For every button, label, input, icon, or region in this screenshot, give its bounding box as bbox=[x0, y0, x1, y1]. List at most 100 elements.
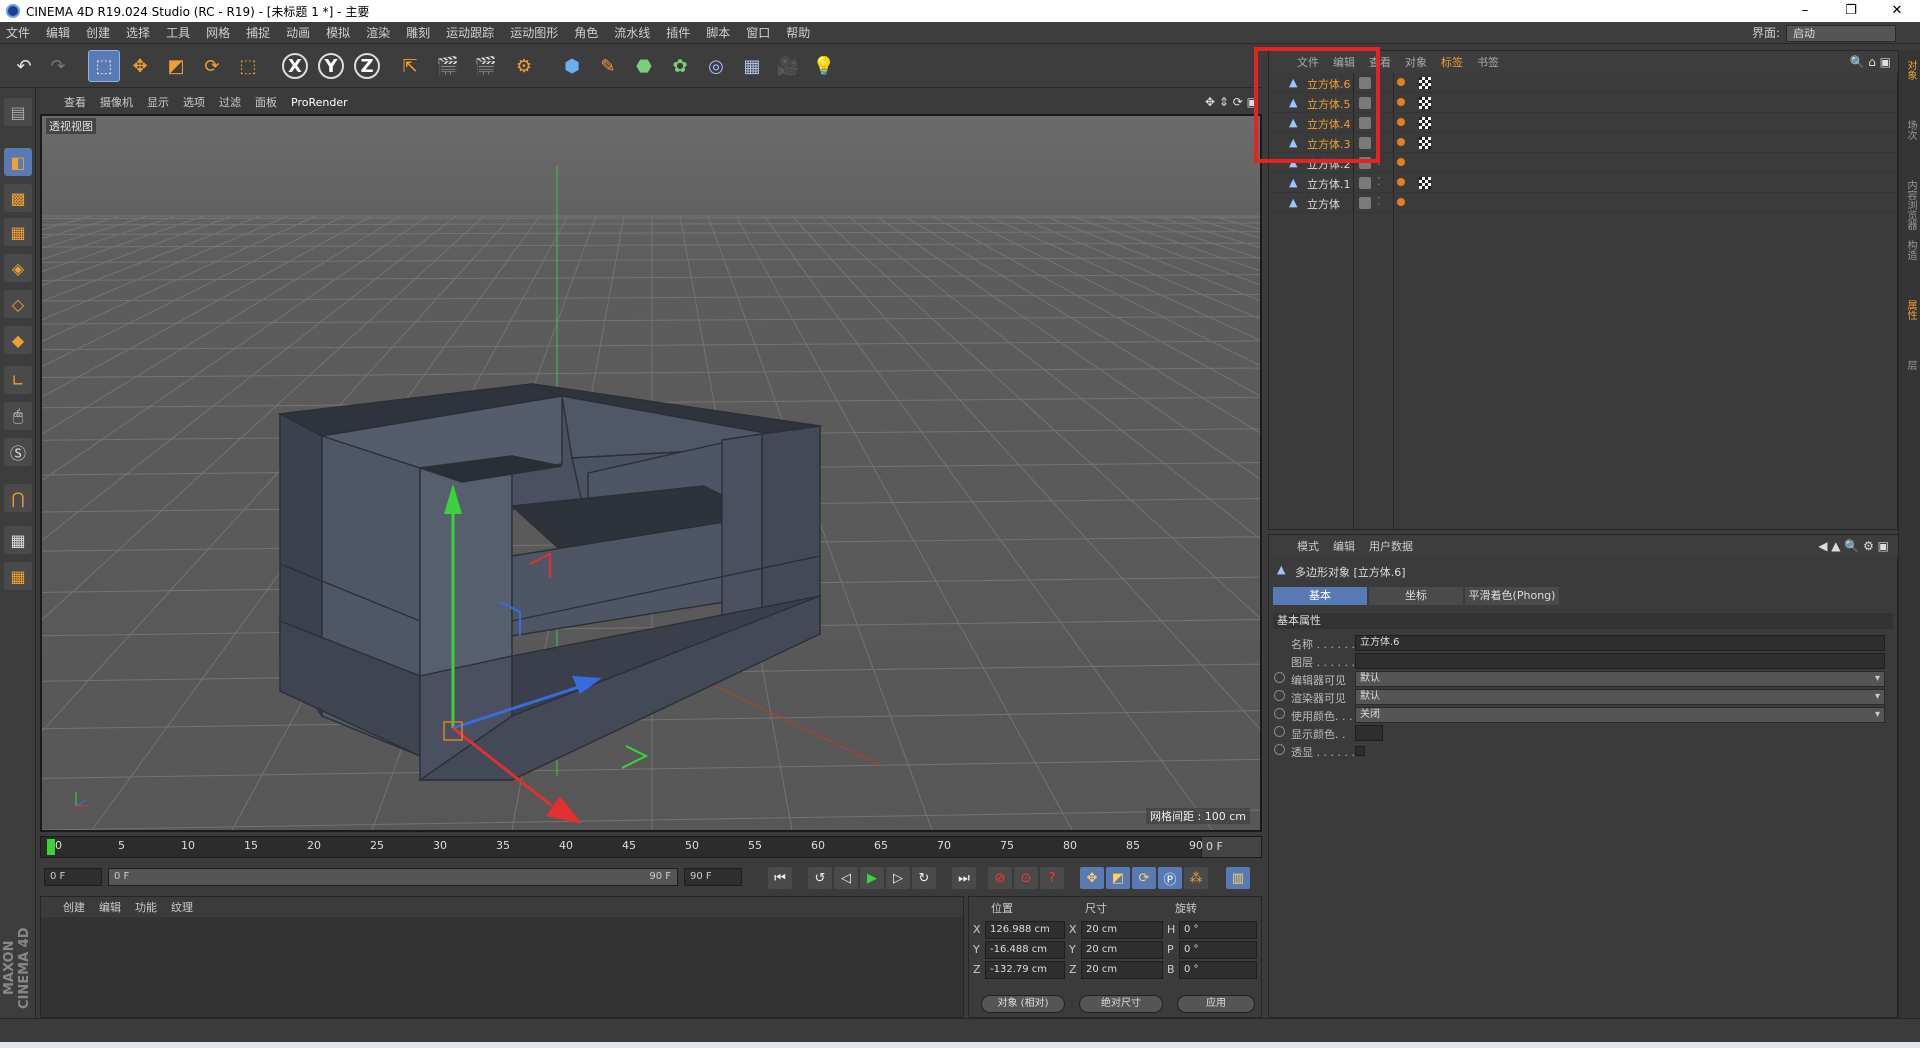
autokey-icon[interactable]: ⊙ bbox=[1014, 867, 1038, 889]
snap-icon[interactable]: Ⓢ bbox=[4, 438, 32, 466]
radio-dot[interactable] bbox=[1274, 690, 1285, 701]
size-mode-select[interactable]: 绝对尺寸 bbox=[1079, 995, 1163, 1013]
render-settings-icon[interactable]: ⚙ bbox=[508, 50, 540, 82]
viewport-nav-icons[interactable]: ✥ ⇕ ⟳ ▣ bbox=[1205, 95, 1258, 109]
layer-swatch[interactable] bbox=[1359, 177, 1371, 189]
play-icon[interactable]: ▶ bbox=[860, 867, 884, 889]
menu-item[interactable]: 窗口 bbox=[746, 24, 770, 41]
menu-item[interactable]: 创建 bbox=[86, 24, 110, 41]
render-picture-viewer-icon[interactable]: 🎬 bbox=[470, 50, 502, 82]
end-frame-field[interactable]: 90 F bbox=[684, 868, 742, 886]
object-manager-icons[interactable]: 🔍 ⌂ ▣ bbox=[1849, 55, 1891, 69]
size-field[interactable]: 20 cm bbox=[1081, 941, 1163, 959]
cube-icon[interactable]: ⬢ bbox=[556, 50, 588, 82]
size-field[interactable]: 20 cm bbox=[1081, 961, 1163, 979]
attribute-select[interactable]: 默认 bbox=[1355, 689, 1885, 705]
menu-item[interactable]: 模拟 bbox=[326, 24, 350, 41]
gizmo-xz-plane[interactable] bbox=[621, 745, 649, 769]
material-menu-item[interactable]: 编辑 bbox=[99, 899, 121, 915]
gizmo-x-arrow[interactable] bbox=[546, 796, 582, 824]
object-row[interactable]: ▲ 立方体.1 ⁚ bbox=[1269, 173, 1899, 193]
menu-item[interactable]: 动画 bbox=[286, 24, 310, 41]
record-keys-icon[interactable]: ⊘ bbox=[988, 867, 1012, 889]
pen-spline-icon[interactable]: ✎ bbox=[592, 50, 624, 82]
size-field[interactable]: 20 cm bbox=[1081, 921, 1163, 939]
attribute-checkbox[interactable] bbox=[1355, 746, 1365, 756]
timeline-window-icon[interactable]: ▥ bbox=[1226, 867, 1250, 889]
menu-item[interactable]: 角色 bbox=[574, 24, 598, 41]
go-to-start-icon[interactable]: ⏮ bbox=[768, 867, 792, 889]
attribute-menu-item[interactable]: 模式 bbox=[1297, 538, 1319, 554]
position-field[interactable]: 126.988 cm bbox=[985, 921, 1065, 939]
rotation-field[interactable]: 0 ° bbox=[1179, 941, 1257, 959]
viewport-menu-item[interactable]: 过滤 bbox=[219, 94, 241, 110]
material-tag-icon[interactable] bbox=[1419, 77, 1431, 89]
axis-mode-icon[interactable]: ∟ bbox=[4, 366, 32, 394]
key-parameter-icon[interactable]: Ⓟ bbox=[1158, 867, 1182, 889]
visibility-dots-icon[interactable]: ⁚ bbox=[1377, 175, 1381, 188]
polygons-mode-icon[interactable]: ◆ bbox=[4, 326, 32, 354]
material-menu-item[interactable]: 纹理 bbox=[171, 899, 193, 915]
live-selection-icon[interactable]: ⬚ bbox=[88, 50, 120, 82]
tab-phong[interactable]: 平滑着色(Phong) bbox=[1465, 587, 1559, 605]
lock-workplane-icon[interactable]: ▦ bbox=[4, 526, 32, 554]
texture-mode-icon[interactable]: ▩ bbox=[4, 184, 32, 212]
key-position-icon[interactable]: ✥ bbox=[1080, 867, 1104, 889]
viewport-menu-item[interactable]: 摄像机 bbox=[100, 94, 133, 110]
phong-tag-icon[interactable] bbox=[1397, 78, 1405, 86]
viewport-menu-item[interactable]: 显示 bbox=[147, 94, 169, 110]
edges-mode-icon[interactable]: ◇ bbox=[4, 290, 32, 318]
position-field[interactable]: -16.488 cm bbox=[985, 941, 1065, 959]
menu-item[interactable]: 工具 bbox=[166, 24, 190, 41]
edit-mode-icon[interactable]: ▤ bbox=[4, 98, 32, 126]
key-scale-icon[interactable]: ◩ bbox=[1106, 867, 1130, 889]
prev-frame-icon[interactable]: ◁ bbox=[834, 867, 858, 889]
deformer-icon[interactable]: ◎ bbox=[700, 50, 732, 82]
phong-tag-icon[interactable] bbox=[1397, 178, 1405, 186]
close-button[interactable]: ✕ bbox=[1874, 0, 1920, 22]
right-tab[interactable]: 对象 bbox=[1903, 60, 1918, 80]
menu-item[interactable]: 雕刻 bbox=[406, 24, 430, 41]
model-mode-icon[interactable]: ◧ bbox=[4, 148, 32, 176]
camera-icon[interactable]: 🎥 bbox=[772, 50, 804, 82]
menu-item[interactable]: 运动跟踪 bbox=[446, 24, 494, 41]
menu-item[interactable]: 流水线 bbox=[614, 24, 650, 41]
frame-range-slider[interactable]: 0 F 90 F bbox=[108, 868, 678, 886]
points-mode-icon[interactable]: ◈ bbox=[4, 254, 32, 282]
right-tab[interactable]: 层 bbox=[1903, 360, 1918, 370]
subdivision-icon[interactable]: ⬣ bbox=[628, 50, 660, 82]
playhead[interactable] bbox=[47, 839, 55, 855]
object-row[interactable]: ▲ 立方体 ⁚ bbox=[1269, 193, 1899, 213]
phong-tag-icon[interactable] bbox=[1397, 198, 1405, 206]
workplane-align-icon[interactable]: ▦ bbox=[4, 562, 32, 590]
rotate-icon[interactable]: ⟳ bbox=[196, 50, 228, 82]
radio-dot[interactable] bbox=[1274, 672, 1285, 683]
next-keyframe-icon[interactable]: ↻ bbox=[912, 867, 936, 889]
right-tab[interactable]: 属性 bbox=[1903, 300, 1918, 320]
tweak-mode-icon[interactable]: 🖱 bbox=[4, 402, 32, 430]
render-view-icon[interactable]: 🎬 bbox=[432, 50, 464, 82]
menu-item[interactable]: 插件 bbox=[666, 24, 690, 41]
keyframe-selection-icon[interactable]: ? bbox=[1040, 867, 1064, 889]
magnet-icon[interactable]: ⋂ bbox=[4, 484, 32, 512]
tab-coord[interactable]: 坐标 bbox=[1369, 587, 1463, 605]
next-frame-icon[interactable]: ▷ bbox=[886, 867, 910, 889]
x-axis-lock-icon[interactable]: X bbox=[282, 53, 308, 79]
object-manager-menu-item[interactable]: 标签 bbox=[1441, 54, 1463, 70]
minimize-button[interactable]: – bbox=[1782, 0, 1828, 22]
floor-icon[interactable]: ▦ bbox=[736, 50, 768, 82]
recent-tools-icon[interactable]: ⬚ bbox=[232, 50, 264, 82]
radio-dot[interactable] bbox=[1274, 708, 1285, 719]
coord-mode-select[interactable]: 对象 (相对) bbox=[981, 995, 1065, 1013]
rotation-field[interactable]: 0 ° bbox=[1179, 961, 1257, 979]
tab-basic[interactable]: 基本 bbox=[1273, 587, 1367, 605]
menu-item[interactable]: 捕捉 bbox=[246, 24, 270, 41]
coordinate-system-icon[interactable]: ⇱ bbox=[394, 50, 426, 82]
go-to-end-icon[interactable]: ⏭ bbox=[952, 867, 976, 889]
object-manager-menu-item[interactable]: 书签 bbox=[1477, 54, 1499, 70]
attribute-nav-icons[interactable]: ◀ ▲ 🔍 ⚙ ▣ bbox=[1818, 539, 1889, 553]
attribute-menu-item[interactable]: 用户数据 bbox=[1369, 538, 1413, 554]
menu-item[interactable]: 运动图形 bbox=[510, 24, 558, 41]
radio-dot[interactable] bbox=[1274, 726, 1285, 737]
phong-tag-icon[interactable] bbox=[1397, 158, 1405, 166]
